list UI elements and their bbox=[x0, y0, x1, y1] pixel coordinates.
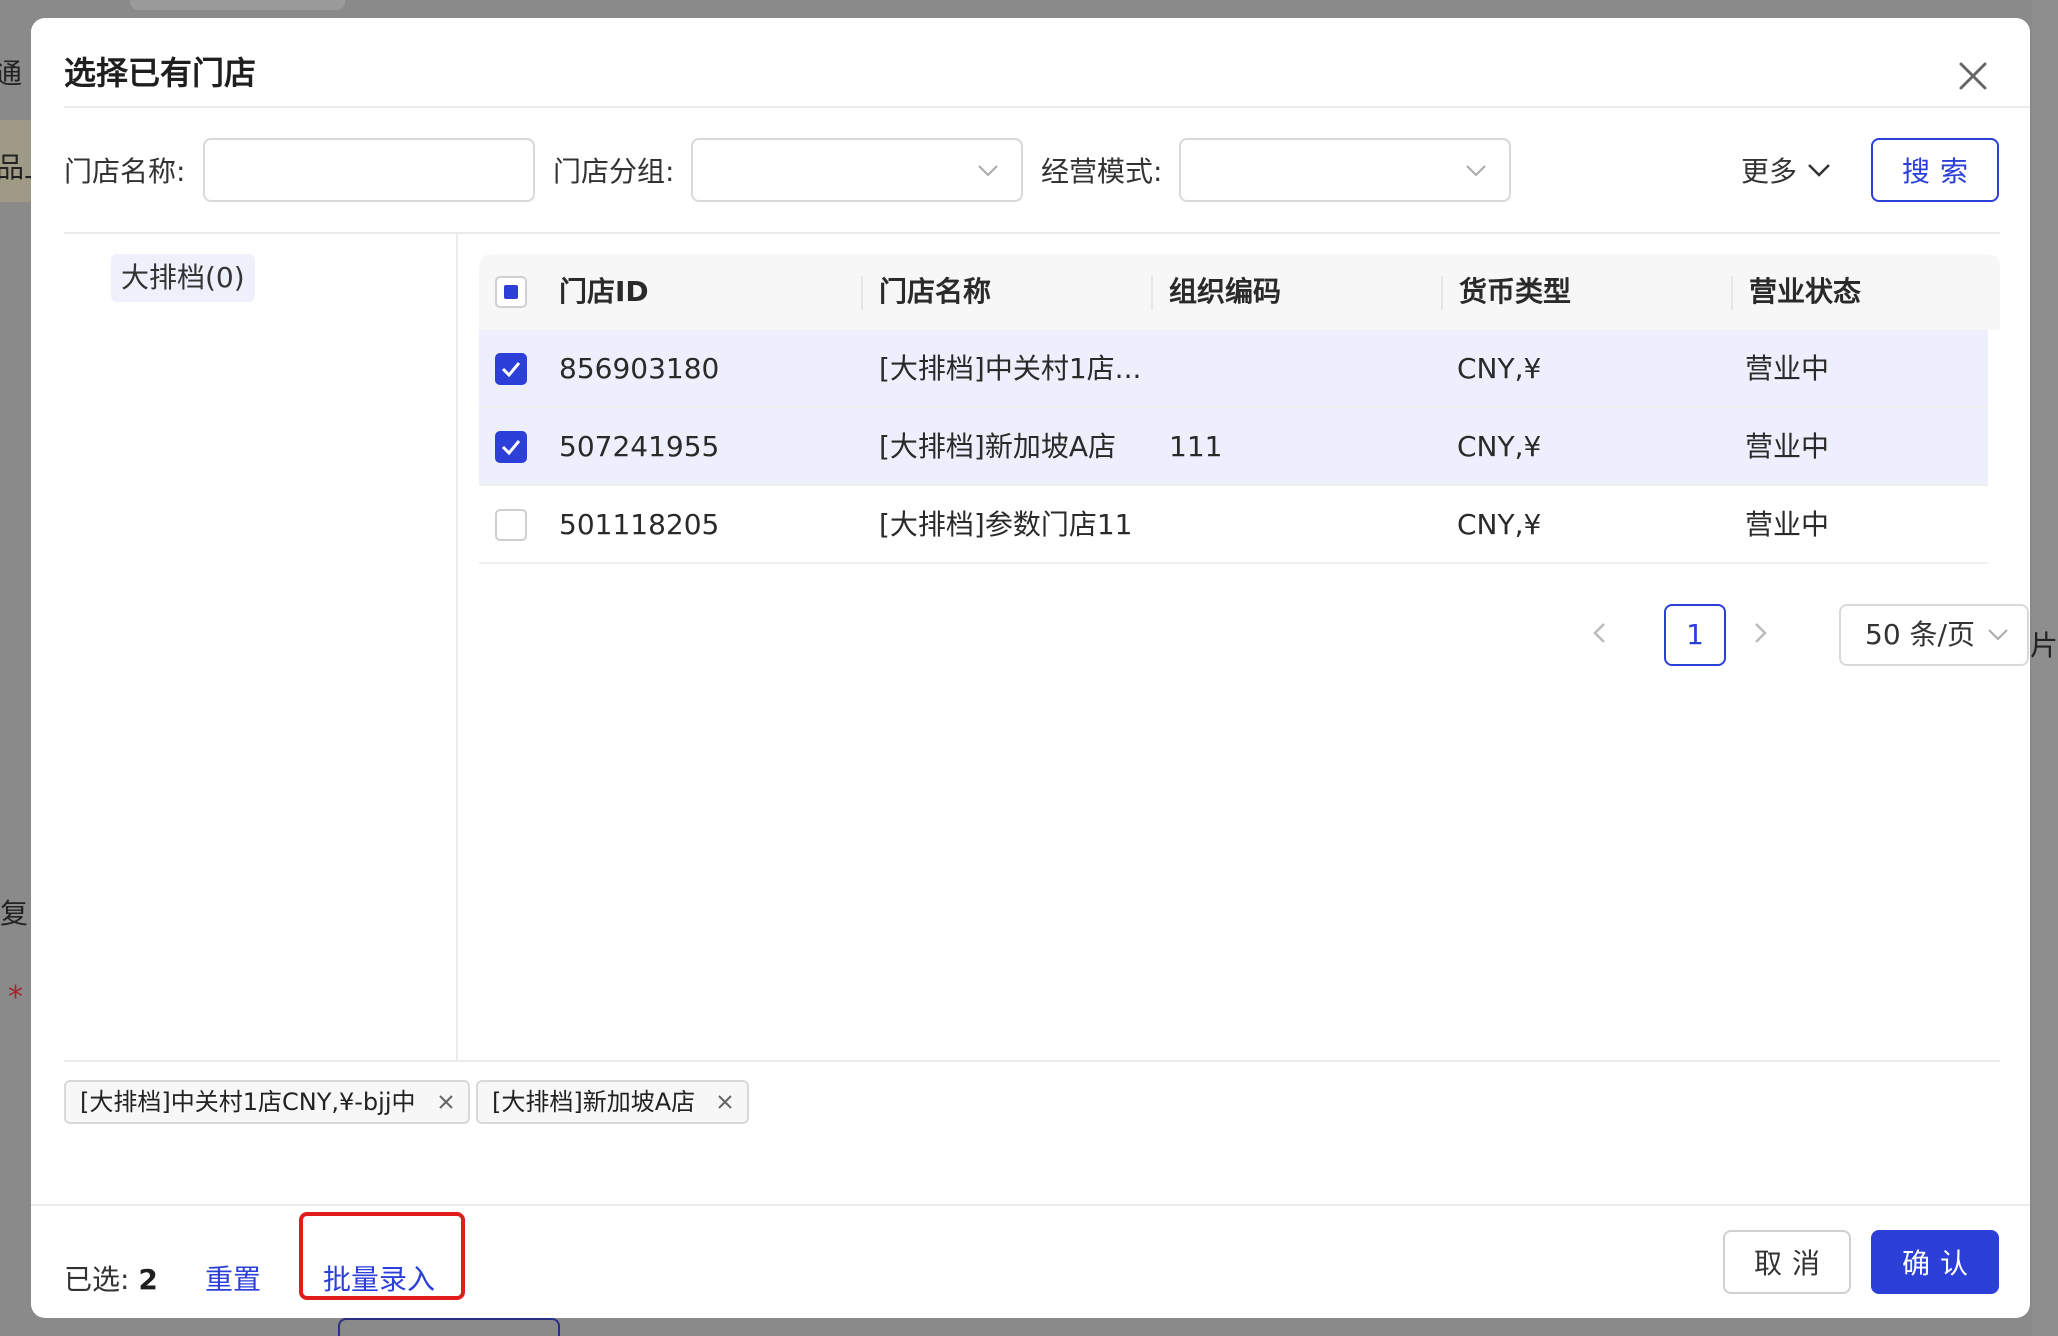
selected-count: 已选: 2 bbox=[64, 1258, 158, 1298]
store-name-input[interactable] bbox=[205, 140, 533, 200]
table-row[interactable]: 856903180 [大排档]中关村1店... CNY,¥ 营业中 bbox=[479, 330, 1988, 408]
row-checkbox[interactable] bbox=[495, 353, 527, 385]
business-status: 营业中 bbox=[1745, 508, 1830, 541]
close-icon[interactable] bbox=[1955, 58, 1991, 94]
background-button bbox=[338, 1318, 560, 1336]
confirm-button[interactable]: 确认 bbox=[1871, 1230, 1999, 1294]
background-strip bbox=[2032, 0, 2058, 1336]
table-header: 门店ID 门店名称 组织编码 货币类型 营业状态 bbox=[479, 254, 2000, 330]
currency: CNY,¥ bbox=[1457, 430, 1542, 463]
background-text: 通 bbox=[0, 57, 23, 90]
row-checkbox[interactable] bbox=[495, 431, 527, 463]
cancel-button[interactable]: 取消 bbox=[1723, 1230, 1851, 1294]
prev-page-icon[interactable] bbox=[1585, 618, 1615, 648]
column-header: 组织编码 bbox=[1169, 275, 1282, 308]
dialog-title: 选择已有门店 bbox=[64, 54, 257, 92]
column-header: 门店名称 bbox=[879, 275, 992, 308]
store-name-label: 门店名称: bbox=[64, 155, 186, 188]
table-row[interactable]: 501118205 [大排档]参数门店11 CNY,¥ 营业中 bbox=[479, 486, 1988, 564]
currency: CNY,¥ bbox=[1457, 508, 1542, 541]
required-asterisk: * bbox=[8, 980, 23, 1015]
store-name: [大排档]中关村1店... bbox=[879, 352, 1142, 385]
more-filters-button[interactable]: 更多 bbox=[1741, 150, 1831, 190]
selected-store-chip: [大排档]中关村1店CNY,¥-bjj中 bbox=[64, 1080, 470, 1124]
background-tab bbox=[130, 0, 345, 10]
table-row[interactable]: 507241955 [大排档]新加坡A店 111 CNY,¥ 营业中 bbox=[479, 408, 1988, 486]
currency: CNY,¥ bbox=[1457, 352, 1542, 385]
selected-store-chip: [大排档]新加坡A店 bbox=[476, 1080, 750, 1124]
search-button[interactable]: 搜索 bbox=[1871, 138, 1999, 202]
column-header: 营业状态 bbox=[1749, 275, 1862, 308]
column-header: 货币类型 bbox=[1459, 275, 1572, 308]
next-page-icon[interactable] bbox=[1745, 618, 1775, 648]
store-name: [大排档]参数门店11 bbox=[879, 508, 1133, 541]
footer-divider bbox=[31, 1204, 2030, 1206]
selected-label: 已选: bbox=[64, 1263, 130, 1296]
org-code: 111 bbox=[1169, 430, 1223, 463]
store-name: [大排档]新加坡A店 bbox=[879, 430, 1117, 463]
business-mode-select[interactable] bbox=[1179, 138, 1511, 202]
remove-chip-icon[interactable] bbox=[717, 1094, 733, 1110]
column-separator bbox=[1441, 276, 1443, 310]
column-separator bbox=[861, 276, 863, 310]
chevron-down-icon bbox=[978, 165, 998, 177]
store-id: 501118205 bbox=[559, 508, 720, 541]
remove-chip-icon[interactable] bbox=[438, 1094, 454, 1110]
more-label: 更多 bbox=[1741, 155, 1798, 188]
chevron-down-icon bbox=[1808, 164, 1830, 177]
select-store-dialog: 选择已有门店 门店名称: 门店分组: 经营模式: 更多 搜索 大排档(0) 门店… bbox=[31, 18, 2030, 1318]
chevron-down-icon bbox=[1988, 629, 2008, 641]
chip-label: [大排档]新加坡A店 bbox=[492, 1088, 696, 1116]
business-status: 营业中 bbox=[1745, 352, 1830, 385]
page-number-button[interactable]: 1 bbox=[1664, 604, 1726, 666]
row-checkbox[interactable] bbox=[495, 509, 527, 541]
store-id: 856903180 bbox=[559, 352, 720, 385]
tree-divider bbox=[456, 234, 458, 1060]
background-text: 片 bbox=[2030, 629, 2058, 662]
highlight-box bbox=[299, 1212, 465, 1300]
store-group-select[interactable] bbox=[691, 138, 1023, 202]
selection-divider bbox=[64, 1060, 2000, 1062]
selected-count-value: 2 bbox=[138, 1263, 158, 1296]
tree-item-dapaidang[interactable]: 大排档(0) bbox=[111, 254, 255, 302]
business-status: 营业中 bbox=[1745, 430, 1830, 463]
chip-label: [大排档]中关村1店CNY,¥-bjj中 bbox=[80, 1088, 416, 1116]
reset-link[interactable]: 重置 bbox=[205, 1258, 261, 1298]
column-separator bbox=[1151, 276, 1153, 310]
chevron-down-icon bbox=[1466, 165, 1486, 177]
page-size-select[interactable]: 50 条/页 bbox=[1839, 604, 2029, 666]
filter-divider bbox=[64, 232, 2000, 234]
store-name-field[interactable] bbox=[203, 138, 535, 202]
store-group-label: 门店分组: bbox=[553, 155, 675, 188]
column-separator bbox=[1731, 276, 1733, 310]
check-icon bbox=[501, 440, 521, 456]
header-divider bbox=[64, 106, 2030, 108]
check-icon bbox=[501, 362, 521, 378]
business-mode-label: 经营模式: bbox=[1041, 155, 1163, 188]
page-size-label: 50 条/页 bbox=[1865, 618, 1975, 651]
select-all-checkbox[interactable] bbox=[495, 276, 527, 308]
background-text: 复 bbox=[0, 897, 29, 930]
column-header: 门店ID bbox=[559, 275, 649, 308]
store-id: 507241955 bbox=[559, 430, 720, 463]
